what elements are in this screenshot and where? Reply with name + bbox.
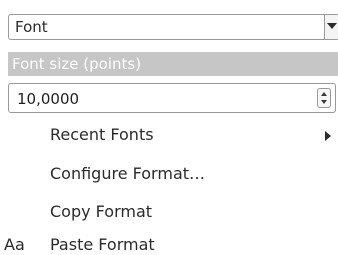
chevron-down-icon <box>327 23 337 29</box>
font-size-value[interactable]: 10,0000 <box>17 89 79 109</box>
stepper-up-icon[interactable] <box>321 92 327 96</box>
font-dropdown-toggle[interactable] <box>324 15 338 39</box>
menu-item-copy-format[interactable]: Copy Format <box>0 197 338 227</box>
stepper-down-icon[interactable] <box>321 100 327 104</box>
font-dropdown[interactable]: Font <box>8 14 338 40</box>
font-size-section-header: Font size (points) <box>8 52 338 76</box>
menu-item-label: Recent Fonts <box>50 125 154 144</box>
paste-format-icon: Aa <box>4 235 25 254</box>
menu-item-configure-format[interactable]: Configure Format… <box>0 159 338 189</box>
submenu-arrow-icon <box>325 131 331 141</box>
menu-item-label: Paste Format <box>50 235 155 254</box>
menu-item-paste-format[interactable]: Aa Paste Format <box>0 230 338 255</box>
font-size-stepper[interactable] <box>317 88 331 108</box>
menu-item-label: Copy Format <box>50 202 153 221</box>
menu-item-label: Configure Format… <box>50 164 206 183</box>
menu-item-recent-fonts[interactable]: Recent Fonts <box>0 120 338 150</box>
font-size-spinbox[interactable]: 10,0000 <box>8 83 336 113</box>
format-panel: Font Font size (points) 10,0000 Recent F… <box>0 0 338 255</box>
font-dropdown-value: Font <box>15 18 48 36</box>
